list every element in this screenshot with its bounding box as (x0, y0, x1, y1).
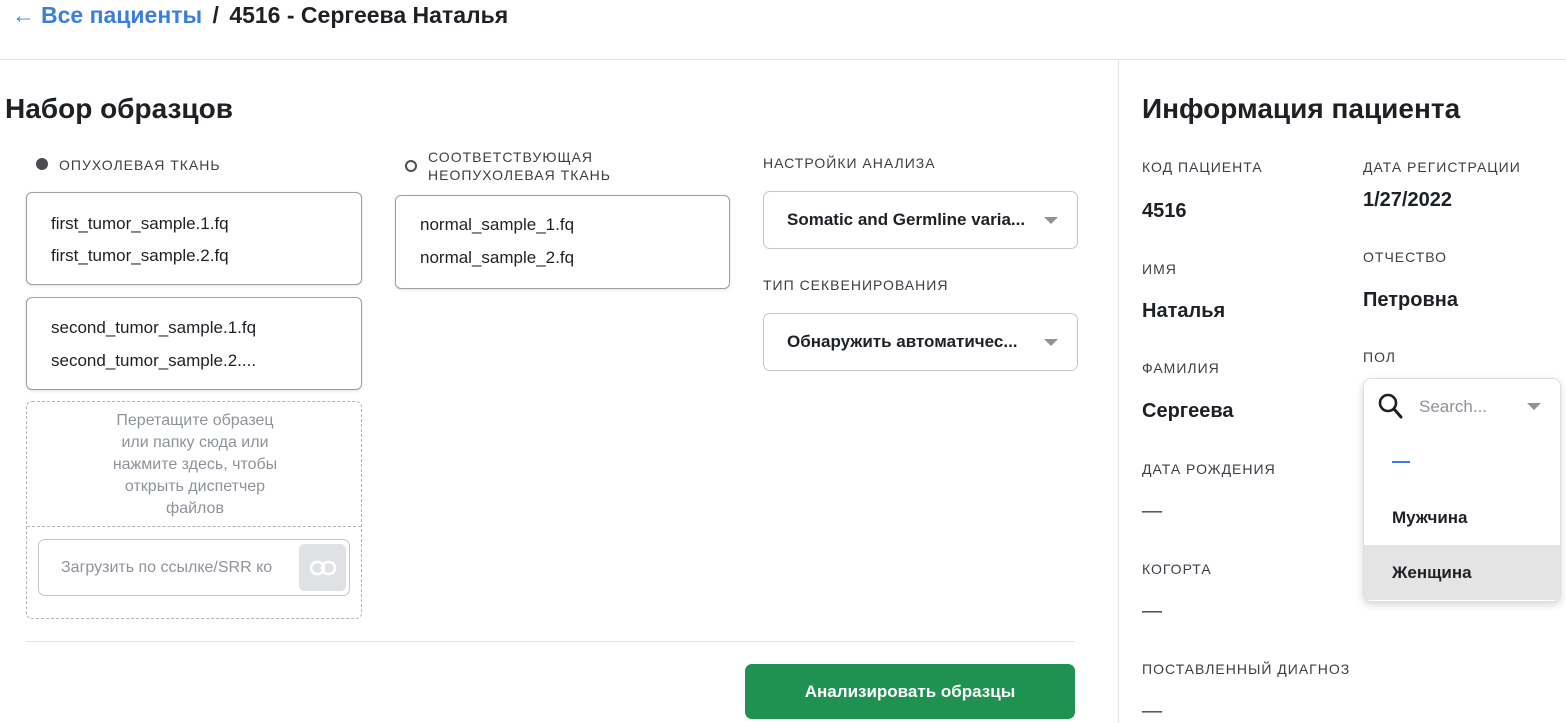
dropzone-line: файлов (166, 500, 224, 517)
dropzone-line: нажмите здесь, чтобы (112, 456, 278, 473)
dropzone-line: открыть диспетчер (124, 478, 266, 495)
dropzone-divider (27, 526, 361, 527)
sample-file: first_tumor_sample.2.fq (51, 246, 229, 265)
search-icon (1378, 393, 1403, 419)
analysis-settings-select[interactable]: Somatic and Germline varia... (763, 191, 1078, 249)
dropzone-line: или папку сюда или (121, 434, 269, 451)
sex-option-male[interactable]: Мужчина (1364, 490, 1560, 545)
normal-label-line1: СООТВЕТСТВУЮЩАЯ (428, 149, 594, 165)
sample-file: first_tumor_sample.1.fq (51, 214, 229, 233)
back-link[interactable]: ← Все пациенты (12, 2, 202, 28)
diagnosis-value[interactable]: — (1142, 700, 1162, 723)
sex-option-empty[interactable] (1364, 435, 1560, 490)
link-icon (309, 560, 336, 575)
dropzone-line: Перетащите образец (116, 412, 274, 429)
birth-date-label: ДАТА РОЖДЕНИЯ (1142, 461, 1276, 477)
url-upload-field (38, 539, 350, 596)
sample-file: second_tumor_sample.2.... (51, 351, 257, 370)
patronymic-value[interactable]: Петровна (1363, 289, 1458, 312)
normal-sample-group-1[interactable]: normal_sample_1.fq normal_sample_2.fq (395, 195, 730, 289)
first-name-label: ИМЯ (1142, 261, 1177, 277)
tumor-label: ОПУХОЛЕВАЯ ТКАНЬ (59, 157, 221, 173)
sample-file: second_tumor_sample.1.fq (51, 318, 257, 337)
cohort-value[interactable]: — (1142, 600, 1162, 623)
sex-option-female[interactable]: Женщина (1364, 545, 1560, 600)
patronymic-label: ОТЧЕСТВО (1363, 249, 1448, 265)
analysis-settings-label: НАСТРОЙКИ АНАЛИЗА (763, 155, 936, 171)
sex-label: ПОЛ (1363, 349, 1396, 365)
tumor-sample-group-1[interactable]: first_tumor_sample.1.fq first_tumor_samp… (26, 192, 362, 285)
patient-info-title: Информация пациента (1142, 93, 1461, 124)
back-arrow-icon: ← (12, 2, 35, 28)
normal-label-line2: НЕОПУХОЛЕВАЯ ТКАНЬ (428, 167, 611, 183)
option-label: Мужчина (1392, 508, 1468, 527)
chevron-down-icon (1044, 339, 1058, 346)
samples-title: Набор образцов (5, 93, 233, 124)
analysis-settings-value: Somatic and Germline varia... (787, 210, 1026, 229)
section-divider (26, 641, 1075, 642)
sequencing-type-label: ТИП СЕКВЕНИРОВАНИЯ (763, 277, 949, 293)
option-label: Женщина (1392, 563, 1472, 582)
birth-date-value[interactable]: — (1142, 500, 1162, 523)
dropzone-text: Перетащите образец или папку сюда или на… (27, 410, 363, 520)
sample-file: normal_sample_1.fq (420, 215, 575, 234)
link-upload-button[interactable] (299, 544, 346, 591)
chevron-down-icon (1044, 217, 1058, 224)
url-upload-input[interactable] (61, 540, 297, 595)
sequencing-type-select[interactable]: Обнаружить автоматичес... (763, 313, 1078, 371)
first-name-value[interactable]: Наталья (1142, 300, 1225, 323)
empty-option-dash (1392, 461, 1410, 463)
file-dropzone[interactable]: Перетащите образец или папку сюда или на… (26, 401, 362, 619)
breadcrumb-current: 4516 - Сергеева Наталья (229, 2, 509, 28)
sex-search-bar (1364, 379, 1560, 435)
breadcrumb: ← Все пациенты / 4516 - Сергеева Наталья (12, 2, 508, 29)
sex-dropdown[interactable]: Мужчина Женщина (1363, 378, 1561, 602)
tumor-sample-group-2[interactable]: second_tumor_sample.1.fq second_tumor_sa… (26, 297, 362, 390)
analyze-samples-button[interactable]: Анализировать образцы (745, 664, 1075, 719)
breadcrumb-separator: / (212, 2, 219, 28)
registration-date-label: ДАТА РЕГИСТРАЦИИ (1363, 159, 1521, 175)
sample-file: normal_sample_2.fq (420, 248, 575, 267)
sex-search-input[interactable] (1419, 389, 1519, 425)
normal-ring-icon (405, 160, 417, 172)
registration-date-value: 1/27/2022 (1363, 189, 1452, 211)
chevron-down-icon[interactable] (1527, 403, 1541, 410)
sequencing-type-value: Обнаружить автоматичес... (787, 332, 1018, 351)
last-name-label: ФАМИЛИЯ (1142, 360, 1220, 376)
back-link-label: Все пациенты (41, 2, 203, 28)
last-name-value[interactable]: Сергеева (1142, 400, 1234, 423)
tumor-dot-icon (36, 158, 48, 170)
patient-code-label: КОД ПАЦИЕНТА (1142, 159, 1263, 175)
diagnosis-label: ПОСТАВЛЕННЫЙ ДИАГНОЗ (1142, 661, 1351, 677)
cohort-label: КОГОРТА (1142, 561, 1212, 577)
patient-code-value: 4516 (1142, 200, 1187, 222)
panel-divider (1118, 60, 1119, 723)
page-header: ← Все пациенты / 4516 - Сергеева Наталья (0, 0, 1566, 60)
